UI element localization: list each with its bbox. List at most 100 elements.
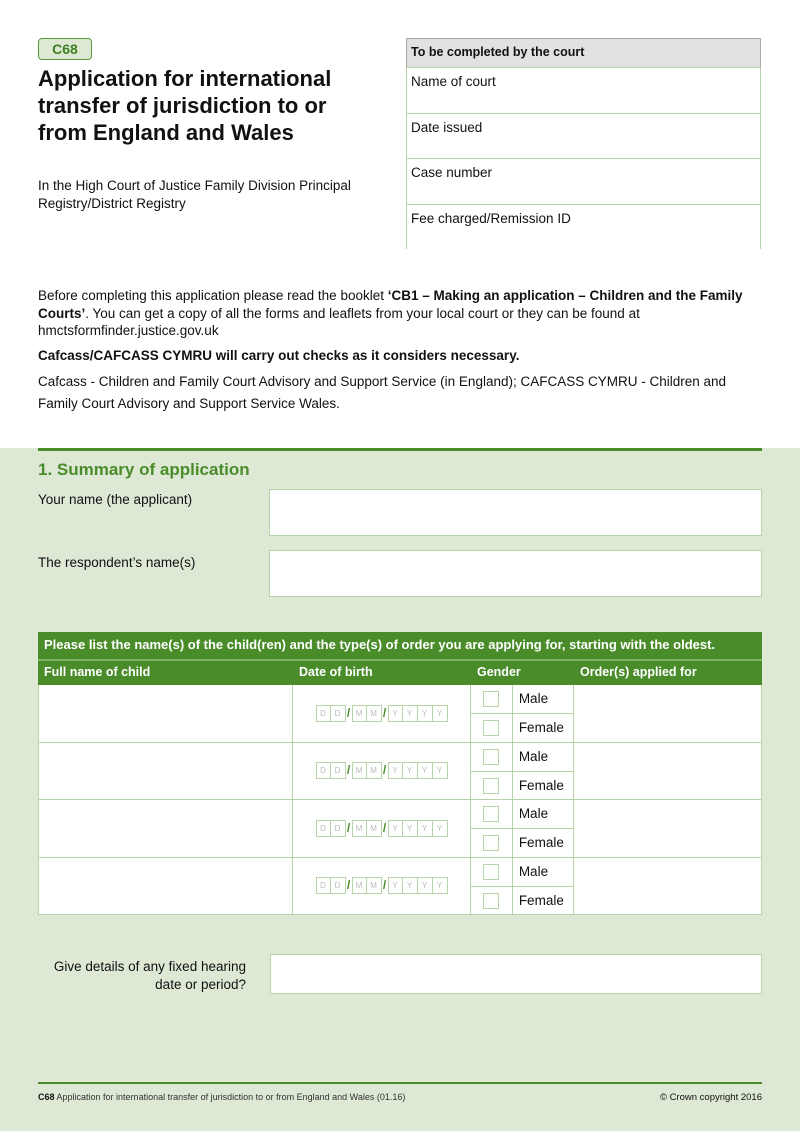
gender-option-male: Male: [470, 685, 573, 714]
child-name-input[interactable]: [39, 857, 294, 914]
section-divider: [38, 448, 762, 451]
child-name-input[interactable]: [39, 685, 294, 742]
gender-checkbox[interactable]: [483, 806, 500, 822]
dob-digit-input[interactable]: M: [351, 819, 367, 837]
dob-digit-input[interactable]: Y: [432, 819, 448, 837]
footer-text: Application for international transfer o…: [54, 1092, 406, 1102]
page-title: Application for international transfer o…: [38, 66, 332, 145]
dob-digit-input[interactable]: Y: [417, 762, 433, 780]
orders-input[interactable]: [574, 800, 761, 857]
dob-digit-input[interactable]: D: [330, 704, 346, 722]
intro-paragraph-2: Cafcass/CAFCASS CYMRU will carry out che…: [38, 347, 520, 363]
dob-digit-input[interactable]: Y: [387, 704, 403, 722]
gender-option-male: Male: [470, 857, 573, 887]
gender-checkbox-cell: [471, 771, 513, 800]
orders-input[interactable]: [574, 685, 761, 742]
gender-label: Female: [518, 720, 564, 735]
gender-option-male: Male: [470, 800, 573, 829]
dob-input: D D / M M / Y Y Y Y: [293, 685, 471, 742]
dob-digit-input[interactable]: Y: [402, 704, 418, 722]
child-row: D D / M M / Y Y Y Y Male Female: [38, 800, 762, 858]
court-field-date-issued[interactable]: Date issued: [407, 112, 760, 159]
dob-digit-input[interactable]: M: [366, 819, 382, 837]
footer-copyright: © Crown copyright 2016: [659, 1092, 762, 1103]
gender-cell: Male Female: [470, 742, 574, 800]
gender-label: Female: [518, 892, 564, 908]
dob-digit-input[interactable]: Y: [387, 877, 403, 895]
dob-digit-input[interactable]: Y: [432, 877, 448, 895]
gender-checkbox[interactable]: [483, 777, 500, 794]
court-field-name-of-court[interactable]: Name of court: [407, 67, 760, 113]
child-name-input[interactable]: [39, 800, 294, 857]
gender-checkbox[interactable]: [483, 691, 500, 707]
column-header-dob: Date of birth: [299, 665, 373, 679]
children-table-columns: Full name of child Date of birth Gender …: [38, 661, 762, 685]
respondent-name-input[interactable]: [269, 550, 762, 597]
dob-digit-input[interactable]: Y: [432, 762, 448, 780]
dob-input: D D / M M / Y Y Y Y: [293, 742, 471, 799]
gender-label: Male: [518, 691, 549, 706]
form-code-badge: C68: [38, 38, 92, 60]
section-summary: 1. Summary of application Your name (the…: [0, 448, 800, 1131]
dob-digit-input[interactable]: D: [315, 819, 331, 837]
gender-checkbox-cell: [471, 714, 513, 742]
orders-input[interactable]: [574, 858, 761, 915]
dob-digit-input[interactable]: M: [351, 704, 367, 722]
section-title: 1. Summary of application: [38, 460, 250, 479]
dob-digit-input[interactable]: Y: [402, 819, 418, 837]
intro-paragraph-3: Cafcass - Children and Family Court Advi…: [38, 374, 727, 411]
gender-checkbox[interactable]: [483, 748, 500, 765]
dob-digit-input[interactable]: Y: [387, 762, 403, 780]
column-header-gender: Gender: [477, 665, 521, 679]
dob-digit-input[interactable]: Y: [387, 819, 403, 837]
dob-digit-input[interactable]: D: [330, 819, 346, 837]
footer-form-title: C68 Application for international transf…: [38, 1092, 405, 1102]
gender-option-female: Female: [471, 829, 573, 857]
dob-input: D D / M M / Y Y Y Y: [293, 857, 471, 914]
dob-digit-input[interactable]: M: [351, 877, 367, 895]
footer-code: C68: [38, 1092, 55, 1102]
dob-digit-input[interactable]: D: [315, 877, 331, 895]
dob-digit-input[interactable]: Y: [417, 819, 433, 837]
dob-digit-input[interactable]: Y: [432, 704, 448, 722]
child-name-input[interactable]: [39, 742, 294, 799]
gender-label: Female: [518, 835, 564, 850]
gender-checkbox[interactable]: [483, 892, 500, 909]
applicant-label: Your name (the applicant): [38, 492, 193, 507]
child-row: D D / M M / Y Y Y Y Male Female: [38, 857, 762, 915]
dob-digit-input[interactable]: D: [315, 704, 331, 722]
dob-digit-input[interactable]: Y: [417, 704, 433, 722]
dob-digit-input[interactable]: M: [351, 762, 367, 780]
hearing-label: Give details of any fixed hearing date o…: [53, 959, 246, 992]
gender-checkbox[interactable]: [483, 720, 500, 736]
orders-input[interactable]: [574, 743, 761, 800]
dob-digit-input[interactable]: M: [366, 877, 382, 895]
children-table: Please list the name(s) of the child(ren…: [38, 632, 762, 915]
court-field-case-number[interactable]: Case number: [407, 158, 760, 204]
dob-digit-input[interactable]: Y: [402, 877, 418, 895]
gender-checkbox-cell: [471, 886, 513, 915]
dob-digit-input[interactable]: Y: [402, 762, 418, 780]
dob-digit-input[interactable]: D: [330, 877, 346, 895]
dob-digit-input[interactable]: D: [315, 762, 331, 780]
gender-label: Female: [518, 777, 564, 793]
gender-checkbox[interactable]: [483, 835, 500, 851]
applicant-name-input[interactable]: [269, 489, 762, 536]
gender-checkbox-cell: [471, 829, 513, 857]
gender-checkbox-cell: [471, 800, 513, 828]
dob-digit-input[interactable]: M: [366, 762, 382, 780]
intro-text-1: Before completing this application pleas…: [38, 288, 388, 303]
gender-cell: Male Female: [470, 857, 574, 915]
children-table-heading: Please list the name(s) of the child(ren…: [38, 632, 762, 661]
dob-digit-input[interactable]: D: [330, 762, 346, 780]
dob-digit-input[interactable]: Y: [417, 877, 433, 895]
gender-checkbox-cell: [471, 685, 513, 713]
hearing-details-input[interactable]: [270, 954, 762, 994]
court-field-fee[interactable]: Fee charged/Remission ID: [407, 203, 760, 250]
intro-text: Before completing this application pleas…: [38, 287, 763, 422]
gender-checkbox-cell: [471, 742, 513, 771]
gender-cell: Male Female: [470, 685, 574, 742]
court-use-box: To be completed by the court Name of cou…: [406, 38, 761, 249]
dob-digit-input[interactable]: M: [366, 704, 382, 722]
gender-checkbox[interactable]: [483, 863, 500, 880]
